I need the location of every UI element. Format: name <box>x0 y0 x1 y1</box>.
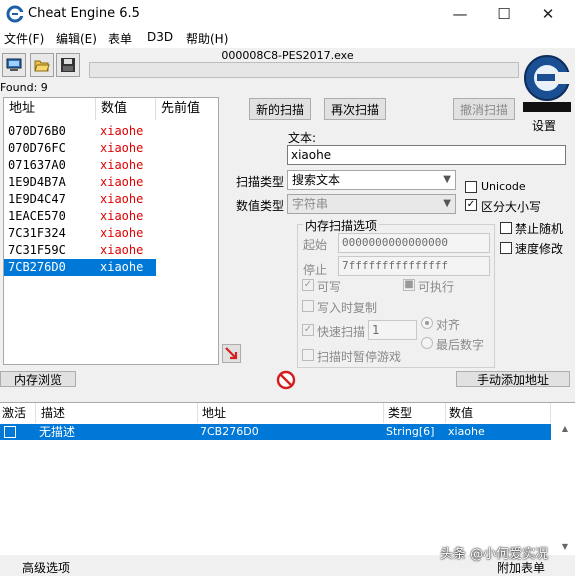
new-scan-button[interactable]: 新的扫描 <box>249 98 311 120</box>
result-row[interactable]: 1E9D4B7A xiaohe <box>4 174 156 191</box>
column-value[interactable]: 数值 <box>96 98 156 120</box>
menu-help[interactable]: 帮助(H) <box>186 30 228 47</box>
no-entry-icon <box>276 370 296 390</box>
writable-label: 可写 <box>317 280 342 294</box>
floppy-disk-icon <box>61 58 75 72</box>
result-row[interactable]: 1E9D4C47 xiaohe <box>4 191 156 208</box>
footer-bar: 高级选项 头条 @小何爱实况 附加表单 <box>0 547 575 576</box>
column-type[interactable]: 类型 <box>384 403 446 423</box>
executable-checkbox[interactable]: ■ <box>403 279 415 291</box>
copy-on-write-checkbox[interactable] <box>302 300 314 312</box>
process-name: 000008C8-PES2017.exe <box>221 49 354 62</box>
table-extras-button[interactable]: 附加表单 <box>497 559 545 576</box>
column-active[interactable]: 激活 <box>0 403 36 423</box>
window-title: Cheat Engine 6.5 <box>28 6 140 21</box>
menu-table[interactable]: 表单 <box>108 30 132 47</box>
scan-progress-bar <box>89 62 519 78</box>
add-address-manually-button[interactable]: 手动添加地址 <box>456 371 570 387</box>
select-process-button[interactable] <box>2 53 26 77</box>
chevron-down-icon: ▼ <box>443 174 451 185</box>
menu-bar: 文件(F) 编辑(E) 表单 D3D 帮助(H) <box>0 28 575 48</box>
undo-scan-button[interactable]: 撤消扫描 <box>453 98 515 120</box>
vertical-scrollbar[interactable]: ▲ ▼ <box>558 424 572 554</box>
address-list[interactable]: 激活 描述 地址 类型 数值 无描述 7CB276D0 String[6] xi… <box>0 402 575 555</box>
found-count: Found: 9 <box>0 81 48 94</box>
unicode-checkbox[interactable] <box>465 181 477 193</box>
menu-edit[interactable]: 编辑(E) <box>56 30 97 47</box>
column-value[interactable]: 数值 <box>446 403 551 423</box>
save-button[interactable] <box>56 53 80 77</box>
disable-random-label: 禁止随机 <box>515 222 564 236</box>
title-bar: Cheat Engine 6.5 — ☐ ✕ <box>0 0 575 28</box>
scan-type-label: 扫描类型 <box>236 175 285 189</box>
alignment-radio[interactable] <box>421 317 433 329</box>
stop-address-input[interactable]: 7fffffffffffffff <box>338 256 490 276</box>
pause-game-label: 扫描时暂停游戏 <box>317 350 402 364</box>
disable-random-checkbox[interactable] <box>500 222 512 234</box>
value-input[interactable]: xiaohe <box>287 145 566 165</box>
last-digits-label: 最后数字 <box>436 338 485 352</box>
fast-scan-checkbox[interactable]: ✓ <box>302 324 314 336</box>
close-button[interactable]: ✕ <box>525 0 571 28</box>
cheat-engine-icon <box>6 5 24 23</box>
menu-d3d[interactable]: D3D <box>147 30 173 44</box>
stop-address-label: 停止 <box>303 263 328 277</box>
value-type-select[interactable]: 字符串 ▼ <box>287 194 456 214</box>
alignment-label: 对齐 <box>436 318 461 332</box>
start-address-label: 起始 <box>303 238 328 252</box>
column-address[interactable]: 地址 <box>198 403 384 423</box>
last-digits-radio[interactable] <box>421 337 433 349</box>
minimize-button[interactable]: — <box>437 0 483 28</box>
menu-file[interactable]: 文件(F) <box>4 30 44 47</box>
copy-on-write-label: 写入时复制 <box>317 301 378 315</box>
result-row[interactable]: 071637A0 xiaohe <box>4 157 156 174</box>
unicode-label: Unicode <box>481 180 526 193</box>
speedhack-checkbox[interactable] <box>500 242 512 254</box>
result-row[interactable]: 7C31F59C xiaohe <box>4 242 156 259</box>
scroll-up-icon[interactable]: ▲ <box>558 424 572 436</box>
case-sensitive-label: 区分大小写 <box>481 200 542 214</box>
advanced-options-button[interactable]: 高级选项 <box>22 559 70 576</box>
speedhack-label: 速度修改 <box>515 242 564 256</box>
result-row[interactable]: 070D76B0 xiaohe <box>4 123 156 140</box>
case-sensitive-checkbox[interactable]: ✓ <box>465 199 477 211</box>
computer-icon <box>6 58 22 71</box>
add-to-list-button[interactable] <box>222 344 241 363</box>
writable-checkbox[interactable]: ✓ <box>302 279 314 291</box>
open-file-button[interactable] <box>30 53 54 77</box>
scan-type-select[interactable]: 搜索文本 ▼ <box>287 170 456 190</box>
column-previous[interactable]: 先前值 <box>156 98 218 120</box>
start-address-input[interactable]: 0000000000000000 <box>338 233 490 253</box>
settings-label[interactable]: 设置 <box>532 117 556 134</box>
next-scan-button[interactable]: 再次扫描 <box>324 98 386 120</box>
value-type-label: 数值类型 <box>236 199 285 213</box>
red-arrow-icon <box>225 347 238 360</box>
result-row[interactable]: 1EACE570 xiaohe <box>4 208 156 225</box>
fast-scan-alignment-input[interactable]: 1 <box>368 320 417 340</box>
fast-scan-label: 快速扫描 <box>317 325 366 339</box>
result-row[interactable]: 7C31F324 xiaohe <box>4 225 156 242</box>
cheat-engine-logo-icon[interactable] <box>519 50 573 116</box>
chevron-down-icon: ▼ <box>443 198 451 209</box>
scroll-down-icon[interactable]: ▼ <box>558 542 572 554</box>
clear-list-button[interactable] <box>276 370 296 390</box>
pause-game-checkbox[interactable] <box>302 349 314 361</box>
result-row[interactable]: 070D76FC xiaohe <box>4 140 156 157</box>
column-address[interactable]: 地址 <box>4 98 96 120</box>
found-results-list[interactable]: 地址 数值 先前值 070D76B0 xiaohe 070D76FC xiaohe … <box>3 97 219 365</box>
active-checkbox[interactable] <box>4 426 16 438</box>
folder-open-icon <box>34 60 50 72</box>
value-text-label: 文本: <box>288 131 317 145</box>
executable-label: 可执行 <box>418 280 455 294</box>
memory-scan-options-title: 内存扫描选项 <box>303 217 380 234</box>
result-row-selected[interactable]: 7CB276D0 xiaohe <box>4 259 156 276</box>
memory-view-button[interactable]: 内存浏览 <box>0 371 76 387</box>
column-description[interactable]: 描述 <box>36 403 198 423</box>
panel-splitter[interactable] <box>0 395 575 405</box>
table-row[interactable]: 无描述 7CB276D0 String[6] xiaohe <box>0 424 551 440</box>
maximize-button[interactable]: ☐ <box>481 0 527 28</box>
